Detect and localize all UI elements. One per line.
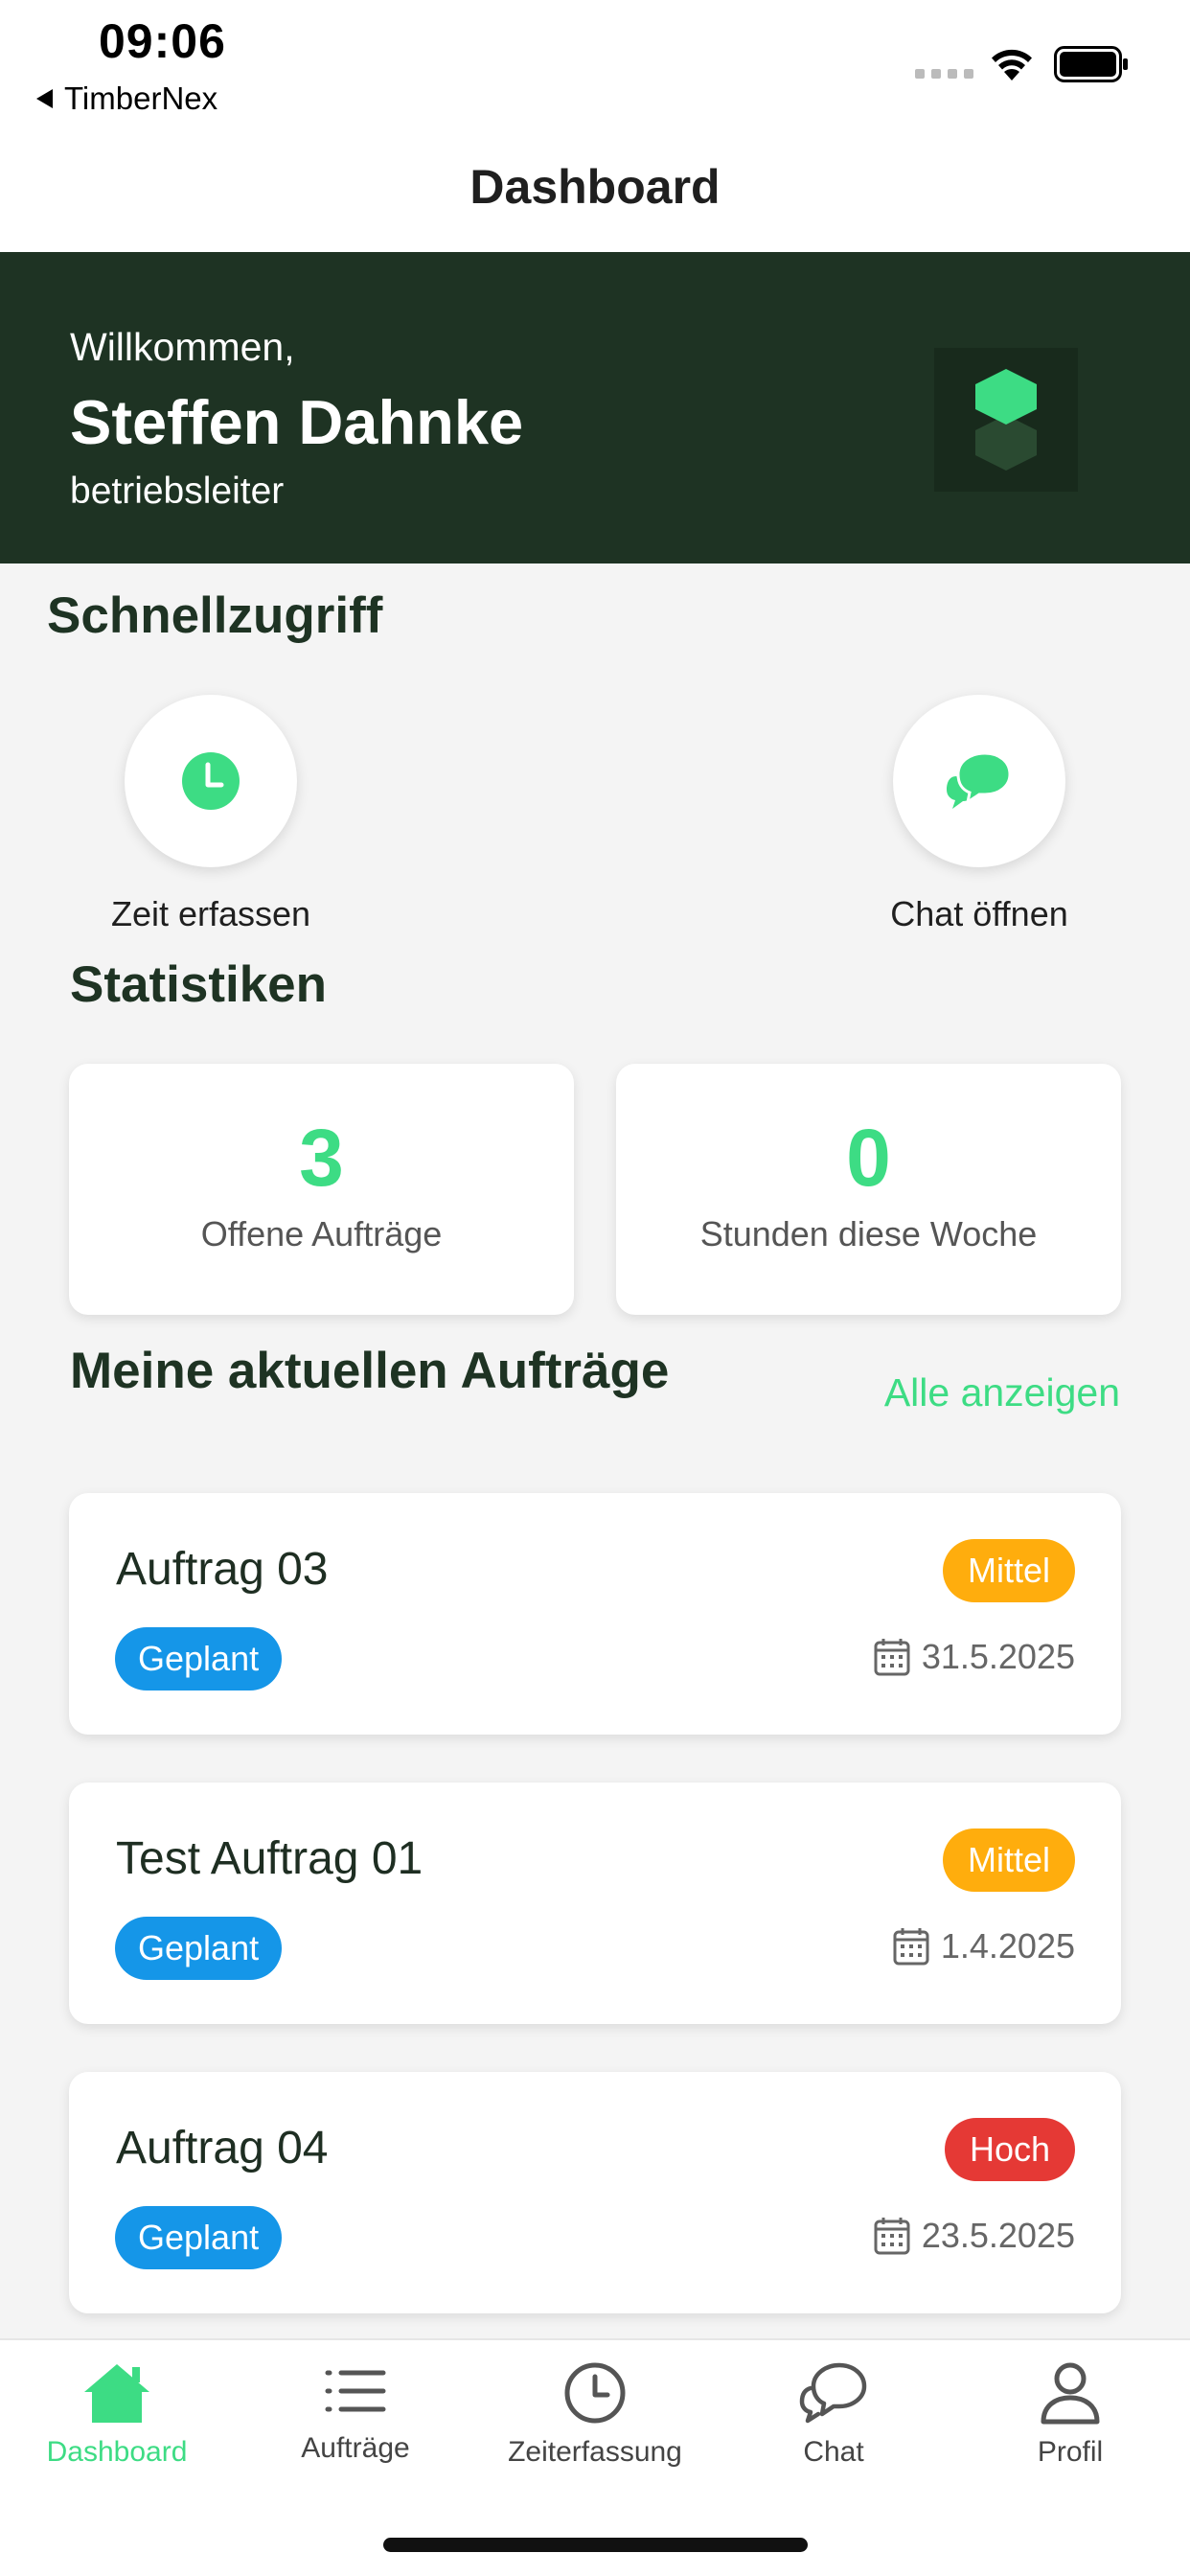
tab-orders-label: Aufträge (301, 2432, 410, 2464)
tab-profile[interactable]: Profil (974, 2361, 1166, 2469)
calendar-icon (874, 2218, 910, 2255)
stat-open-orders-value: 3 (299, 1113, 344, 1203)
home-indicator[interactable] (383, 2538, 808, 2552)
order-card[interactable]: Auftrag 03 Mittel Geplant 31.5.2025 (69, 1493, 1121, 1735)
order-title: Auftrag 04 (116, 2123, 329, 2174)
status-badge: Geplant (115, 2206, 283, 2269)
order-card[interactable]: Auftrag 04 Hoch Geplant 23.5.2025 (69, 2072, 1121, 2313)
tab-dashboard[interactable]: Dashboard (21, 2361, 213, 2469)
status-badge: Geplant (115, 1917, 283, 1980)
page-title: Dashboard (469, 160, 721, 214)
order-date: 1.4.2025 (893, 1926, 1075, 1966)
stat-hours-week-card[interactable]: 0 Stunden diese Woche (616, 1064, 1121, 1315)
calendar-icon (874, 1639, 910, 1676)
priority-badge: Mittel (942, 1828, 1075, 1892)
stat-open-orders-label: Offene Aufträge (200, 1214, 443, 1254)
priority-badge: Hoch (944, 2118, 1075, 2181)
navigation-bar: Dashboard (0, 125, 1190, 252)
quick-chat-label: Chat öffnen (890, 894, 1068, 933)
quick-time-label: Zeit erfassen (110, 894, 311, 933)
show-all-orders-link[interactable]: Alle anzeigen (884, 1370, 1120, 1415)
current-orders-title: Meine aktuellen Aufträge (70, 1343, 670, 1399)
stat-open-orders-card[interactable]: 3 Offene Aufträge (69, 1064, 574, 1315)
welcome-banner: Willkommen, Steffen Dahnke betriebsleite… (0, 252, 1190, 564)
battery-icon (1054, 46, 1128, 82)
wifi-icon (992, 49, 1032, 80)
statistics-title: Statistiken (70, 956, 328, 1013)
tab-time-tracking[interactable]: Zeiterfassung (499, 2361, 691, 2469)
tab-profile-label: Profil (1037, 2436, 1104, 2468)
order-date-text: 31.5.2025 (921, 1637, 1075, 1676)
quick-access-title: Schnellzugriff (47, 587, 383, 644)
tab-orders[interactable]: Aufträge (260, 2361, 451, 2465)
priority-badge: Mittel (942, 1539, 1075, 1602)
welcome-text: Willkommen, (70, 325, 295, 369)
order-date-text: 1.4.2025 (940, 1926, 1075, 1966)
stat-hours-week-label: Stunden diese Woche (699, 1214, 1038, 1254)
back-arrow-icon (36, 89, 53, 108)
user-role: betriebsleiter (70, 471, 285, 512)
order-date: 23.5.2025 (874, 2216, 1075, 2256)
tab-dashboard-label: Dashboard (46, 2436, 188, 2468)
app-logo (934, 348, 1078, 492)
stat-hours-week-value: 0 (846, 1113, 891, 1203)
quick-open-chat-button[interactable]: Chat öffnen (835, 695, 1123, 934)
clock-icon (182, 752, 240, 810)
tab-chat[interactable]: Chat (738, 2361, 929, 2469)
status-bar: 09:06 TimberNex (0, 0, 1190, 125)
quick-chat-circle (893, 695, 1065, 867)
calendar-icon (893, 1928, 929, 1966)
hexagon-logo-icon (975, 369, 1037, 471)
back-app-label: TimberNex (64, 80, 218, 116)
chat-bubbles-icon (947, 751, 1012, 809)
order-date-text: 23.5.2025 (921, 2216, 1075, 2255)
status-badge: Geplant (115, 1627, 283, 1690)
tab-chat-label: Chat (803, 2436, 864, 2468)
order-title: Auftrag 03 (116, 1544, 329, 1595)
status-time: 09:06 (99, 14, 226, 68)
order-card[interactable]: Test Auftrag 01 Mittel Geplant 1.4.2025 (69, 1782, 1121, 2024)
order-date: 31.5.2025 (874, 1637, 1075, 1677)
list-icon (325, 2370, 386, 2412)
tab-time-tracking-label: Zeiterfassung (508, 2436, 682, 2468)
chat-icon (799, 2362, 867, 2424)
quick-time-entry-button[interactable]: Zeit erfassen (67, 695, 355, 934)
person-icon (1041, 2362, 1100, 2425)
cellular-signal-icon (915, 69, 973, 79)
back-to-app-button[interactable]: TimberNex (36, 80, 217, 117)
order-title: Test Auftrag 01 (116, 1833, 423, 1884)
user-name: Steffen Dahnke (70, 387, 524, 457)
quick-time-circle (125, 695, 297, 867)
home-icon (84, 2364, 149, 2423)
clock-icon (564, 2362, 626, 2424)
